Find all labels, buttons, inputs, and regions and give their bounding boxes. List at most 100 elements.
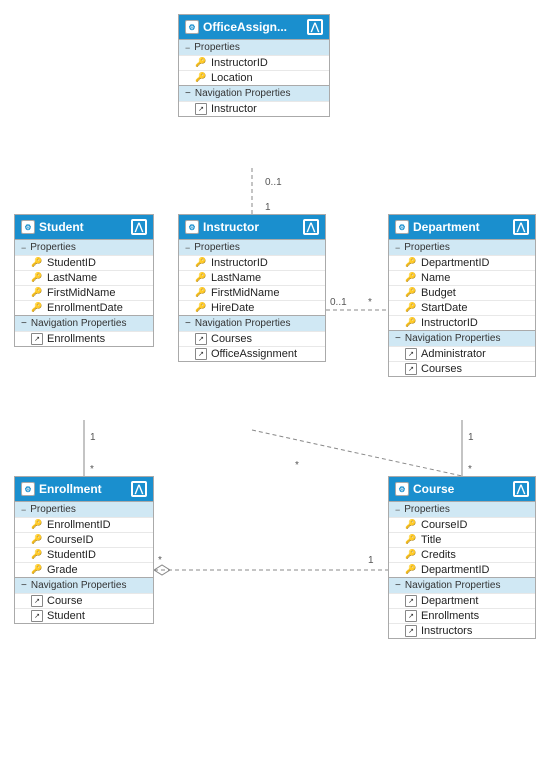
nav-instructor: ↗ Instructor (179, 101, 329, 116)
svg-text:1: 1 (90, 432, 96, 443)
key-icon: 🔑 (405, 272, 417, 284)
field-credits: 🔑 Credits (389, 547, 535, 562)
svg-text:0..1: 0..1 (330, 297, 347, 308)
nav-course: ↗ Course (15, 593, 153, 608)
expand-icon[interactable]: ⋀ (307, 19, 323, 35)
nav-icon: ↗ (195, 348, 207, 360)
key-icon: 🔑 (195, 272, 207, 284)
nav-properties-header: − Navigation Properties (15, 577, 153, 593)
field-enrollmentid: 🔑 EnrollmentID (15, 517, 153, 532)
expand-icon[interactable]: ⋀ (513, 481, 529, 497)
nav-icon: ↗ (195, 333, 207, 345)
key-icon: 🔑 (195, 302, 207, 314)
field-instructorid: 🔑 InstructorID (389, 315, 535, 330)
key-icon: 🔑 (31, 287, 43, 299)
key-icon: 🔑 (405, 549, 417, 561)
nav-enrollments: ↗ Enrollments (15, 331, 153, 346)
svg-text:*: * (368, 297, 372, 308)
entity-student[interactable]: ⚙ Student ⋀ − Properties 🔑 StudentID 🔑 L… (14, 214, 154, 347)
entity-icon: ⚙ (21, 482, 35, 496)
entity-title: OfficeAssign... (203, 20, 287, 34)
properties-header: − Properties (179, 239, 325, 255)
nav-student: ↗ Student (15, 608, 153, 623)
properties-header: − Properties (15, 239, 153, 255)
nav-properties-header: − Navigation Properties (389, 577, 535, 593)
key-icon: 🔑 (405, 287, 417, 299)
field-name: 🔑 Name (389, 270, 535, 285)
nav-icon: ↗ (31, 610, 43, 622)
field-enrollmentdate: 🔑 EnrollmentDate (15, 300, 153, 315)
field-grade: 🔑 Grade (15, 562, 153, 577)
nav-administrator: ↗ Administrator (389, 346, 535, 361)
field-title: 🔑 Title (389, 532, 535, 547)
diagram-container: 0..1 1 0..1 * 1 * * 1 * * 1 ⚙ OfficeAssi… (0, 0, 555, 771)
entity-title: Course (413, 482, 454, 496)
field-budget: 🔑 Budget (389, 285, 535, 300)
entity-instructor[interactable]: ⚙ Instructor ⋀ − Properties 🔑 Instructor… (178, 214, 326, 362)
key-icon: 🔑 (405, 564, 417, 576)
entity-title: Enrollment (39, 482, 102, 496)
nav-icon: ↗ (195, 103, 207, 115)
properties-header: − Properties (15, 501, 153, 517)
key-icon: 🔑 (195, 287, 207, 299)
field-studentid: 🔑 StudentID (15, 255, 153, 270)
field-firstmidname: 🔑 FirstMidName (179, 285, 325, 300)
svg-text:*: * (295, 460, 299, 471)
svg-text:*: * (90, 464, 94, 475)
field-location: 🔑 Location (179, 70, 329, 85)
nav-properties-header: − Navigation Properties (179, 315, 325, 331)
nav-properties-header: − Navigation Properties (179, 85, 329, 101)
key-icon: 🔑 (31, 549, 43, 561)
svg-text:1: 1 (368, 555, 374, 566)
entity-title: Student (39, 220, 84, 234)
field-departmentid: 🔑 DepartmentID (389, 562, 535, 577)
field-studentid: 🔑 StudentID (15, 547, 153, 562)
key-icon: 🔑 (31, 534, 43, 546)
nav-icon: ↗ (405, 610, 417, 622)
svg-text:*: * (158, 555, 162, 566)
key-icon: 🔑 (31, 519, 43, 531)
properties-header: − Properties (179, 39, 329, 55)
entity-enrollment[interactable]: ⚙ Enrollment ⋀ − Properties 🔑 Enrollment… (14, 476, 154, 624)
key-icon: 🔑 (405, 519, 417, 531)
entity-icon: ⚙ (185, 20, 199, 34)
expand-icon[interactable]: ⋀ (131, 219, 147, 235)
nav-department: ↗ Department (389, 593, 535, 608)
entity-title: Department (413, 220, 480, 234)
key-icon: 🔑 (31, 272, 43, 284)
field-lastname: 🔑 LastName (179, 270, 325, 285)
entity-icon: ⚙ (395, 220, 409, 234)
key-icon: 🔑 (31, 564, 43, 576)
field-instructorid: 🔑 InstructorID (179, 55, 329, 70)
entity-title: Instructor (203, 220, 259, 234)
nav-icon: ↗ (405, 595, 417, 607)
key-icon: 🔑 (195, 257, 207, 269)
nav-courses: ↗ Courses (179, 331, 325, 346)
field-startdate: 🔑 StartDate (389, 300, 535, 315)
entity-department[interactable]: ⚙ Department ⋀ − Properties 🔑 Department… (388, 214, 536, 377)
nav-enrollments: ↗ Enrollments (389, 608, 535, 623)
field-hiredate: 🔑 HireDate (179, 300, 325, 315)
nav-icon: ↗ (405, 348, 417, 360)
field-courseid: 🔑 CourseID (15, 532, 153, 547)
nav-properties-header: − Navigation Properties (15, 315, 153, 331)
nav-icon: ↗ (405, 625, 417, 637)
expand-icon[interactable]: ⋀ (131, 481, 147, 497)
key-icon: 🔑 (405, 317, 417, 329)
entity-icon: ⚙ (395, 482, 409, 496)
key-icon: 🔑 (405, 302, 417, 314)
svg-text:1: 1 (468, 432, 474, 443)
svg-text:*: * (468, 464, 472, 475)
field-instructorid: 🔑 InstructorID (179, 255, 325, 270)
key-icon: 🔑 (195, 72, 207, 84)
field-firstmidname: 🔑 FirstMidName (15, 285, 153, 300)
expand-icon[interactable]: ⋀ (303, 219, 319, 235)
key-icon: 🔑 (195, 57, 207, 69)
properties-header: − Properties (389, 239, 535, 255)
entity-officeassignment[interactable]: ⚙ OfficeAssign... ⋀ − Properties 🔑 Instr… (178, 14, 330, 117)
key-icon: 🔑 (31, 302, 43, 314)
nav-officeassignment: ↗ OfficeAssignment (179, 346, 325, 361)
key-icon: 🔑 (405, 257, 417, 269)
expand-icon[interactable]: ⋀ (513, 219, 529, 235)
entity-course[interactable]: ⚙ Course ⋀ − Properties 🔑 CourseID 🔑 Tit… (388, 476, 536, 639)
